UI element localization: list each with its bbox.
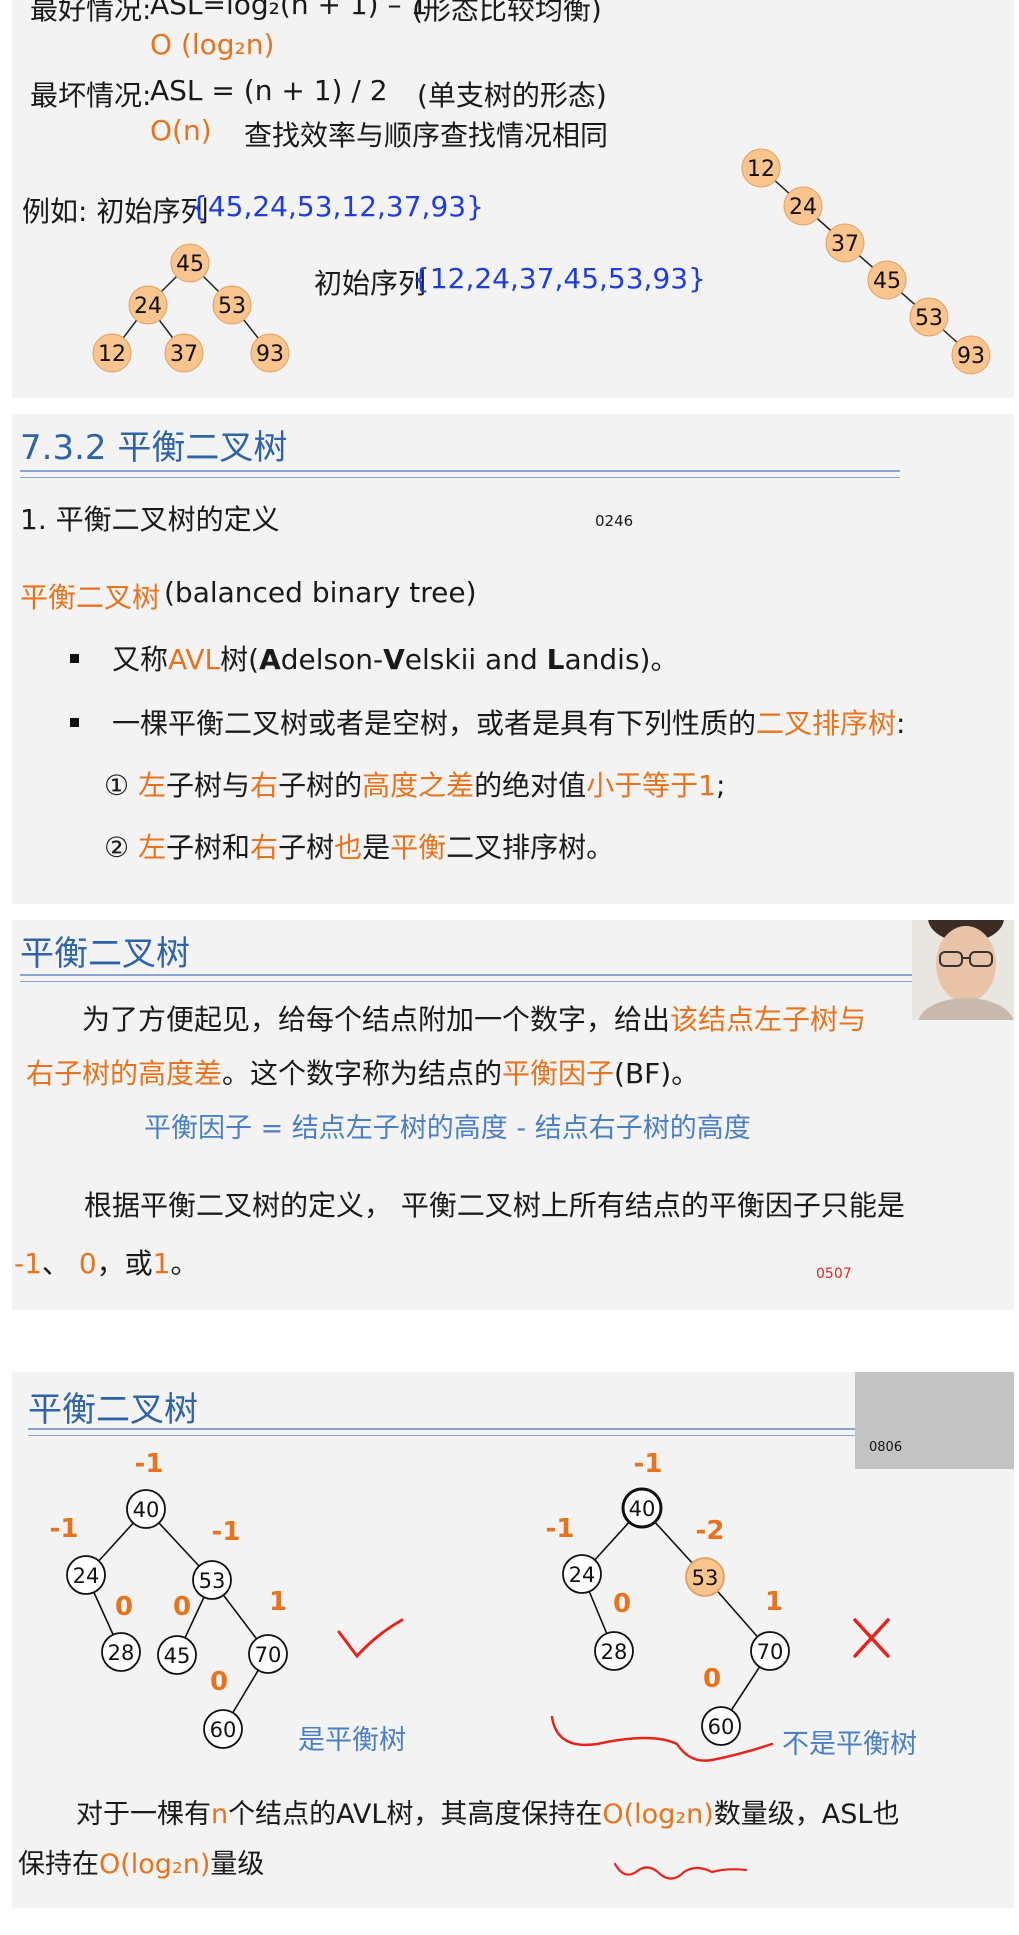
right-bf-label: 0 — [703, 1664, 721, 1694]
cross-icon — [853, 1618, 890, 1658]
page-title: 平衡二叉树 — [20, 934, 190, 974]
checkmark-icon — [337, 1618, 404, 1659]
right-bf-label: 0 — [613, 1589, 631, 1619]
summary-line-1: 对于一棵有n个结点的AVL树，其高度保持在O(log₂n)数量级，ASL也 — [76, 1799, 900, 1830]
right-node-label: 28 — [601, 1640, 628, 1664]
right-node-label: 53 — [692, 1566, 719, 1590]
right-node-label: 40 — [629, 1497, 656, 1521]
left-bf-label: -1 — [212, 1517, 241, 1547]
tree2-label: 24 — [789, 195, 817, 220]
bullet-marker — [70, 718, 79, 727]
not-balanced-label: 不是平衡树 — [782, 1729, 917, 1760]
left-node-label: 53 — [199, 1569, 226, 1593]
tree2-label: 53 — [915, 306, 943, 331]
left-node-label: 45 — [164, 1644, 191, 1668]
balance-factor-formula: 平衡因子 = 结点左子树的高度 - 结点右子树的高度 — [144, 1113, 751, 1144]
left-bf-label: 0 — [115, 1592, 133, 1622]
bst-diagrams: 45 24 53 12 37 93 12 24 37 45 53 93 — [92, 148, 991, 375]
left-node-label: 60 — [210, 1718, 237, 1742]
page-title: 7.3.2 平衡二叉树 — [20, 428, 288, 468]
left-bf-label: -1 — [50, 1514, 79, 1544]
paragraph-line-2: 右子树的高度差。这个数字称为结点的平衡因子(BF)。 — [26, 1057, 700, 1090]
frame-code: 0246 — [595, 512, 634, 530]
summary-line-2: 保持在O(log₂n)量级 — [18, 1849, 265, 1880]
right-bf-label: -2 — [696, 1516, 725, 1546]
right-node-label: 60 — [708, 1715, 735, 1739]
slide-balance-factor: 平衡二叉树 为了方便起见，给每个结点附加一个数字，给出该结点左子树与 右子树的高… — [12, 920, 1014, 1310]
tree1-label: 45 — [176, 252, 204, 277]
title-underline — [20, 974, 920, 982]
tree2-label: 37 — [831, 232, 859, 257]
bullet-avl: 又称AVL树(Adelson-Velskii and Landis)。 — [112, 643, 679, 676]
term-english: (balanced binary tree) — [164, 576, 477, 609]
tree2-label: 93 — [957, 344, 985, 369]
left-bf-label: -1 — [135, 1449, 164, 1479]
right-node-label: 24 — [569, 1563, 596, 1587]
paragraph-line-1: 为了方便起见，给每个结点附加一个数字，给出该结点左子树与 — [82, 1003, 867, 1036]
right-bf-label: -1 — [634, 1449, 663, 1479]
term: 平衡二叉树 — [20, 581, 161, 614]
right-bf-label: -1 — [546, 1514, 575, 1544]
left-node-label: 28 — [108, 1641, 135, 1665]
left-node-label: 40 — [133, 1498, 160, 1522]
right-node-label: 70 — [757, 1640, 784, 1664]
slide-avl-examples: 平衡二叉树 0806 40 24 53 28 45 70 60 40 24 53… — [12, 1372, 1014, 1908]
tree1-label: 24 — [134, 294, 162, 319]
frame-code: 0507 — [816, 1266, 852, 1282]
left-node-label: 24 — [73, 1564, 100, 1588]
title-underline — [20, 470, 900, 478]
condition-1: ① 左子树与右子树的高度之差的绝对值小于等于1; — [104, 769, 726, 802]
presenter-webcam — [912, 920, 1014, 1020]
tree2-label: 45 — [873, 269, 901, 294]
condition-2: ② 左子树和右子树也是平衡二叉排序树。 — [104, 831, 615, 864]
tree1-label: 93 — [256, 342, 284, 367]
slide-search-efficiency: 最好情况: ASL=log₂(n + 1) – 1 (形态比较均衡) O (lo… — [12, 0, 1014, 398]
tree1-label: 12 — [98, 342, 126, 367]
balanced-label: 是平衡树 — [298, 1725, 406, 1756]
definition-heading: 1. 平衡二叉树的定义 — [20, 503, 280, 536]
tree1-label: 37 — [170, 342, 198, 367]
paragraph-line-3: 根据平衡二叉树的定义， 平衡二叉树上所有结点的平衡因子只能是 — [84, 1189, 905, 1222]
bullet-marker — [70, 654, 79, 663]
left-bf-label: 0 — [210, 1667, 228, 1697]
tree2-label: 12 — [747, 157, 775, 182]
left-node-label: 70 — [255, 1643, 282, 1667]
paragraph-line-4: -1、 0，或1。 — [14, 1247, 199, 1280]
right-bf-label: 1 — [765, 1587, 783, 1617]
left-bf-label: 0 — [173, 1592, 191, 1622]
left-bf-label: 1 — [269, 1587, 287, 1617]
slide-avl-definition: 7.3.2 平衡二叉树 1. 平衡二叉树的定义 0246 平衡二叉树 (bala… — [12, 414, 1014, 904]
hand-drawn-squiggle — [613, 1862, 748, 1880]
tree1-label: 53 — [218, 294, 246, 319]
bullet-properties: 一棵平衡二叉树或者是空树，或者是具有下列性质的二叉排序树: — [112, 707, 906, 740]
